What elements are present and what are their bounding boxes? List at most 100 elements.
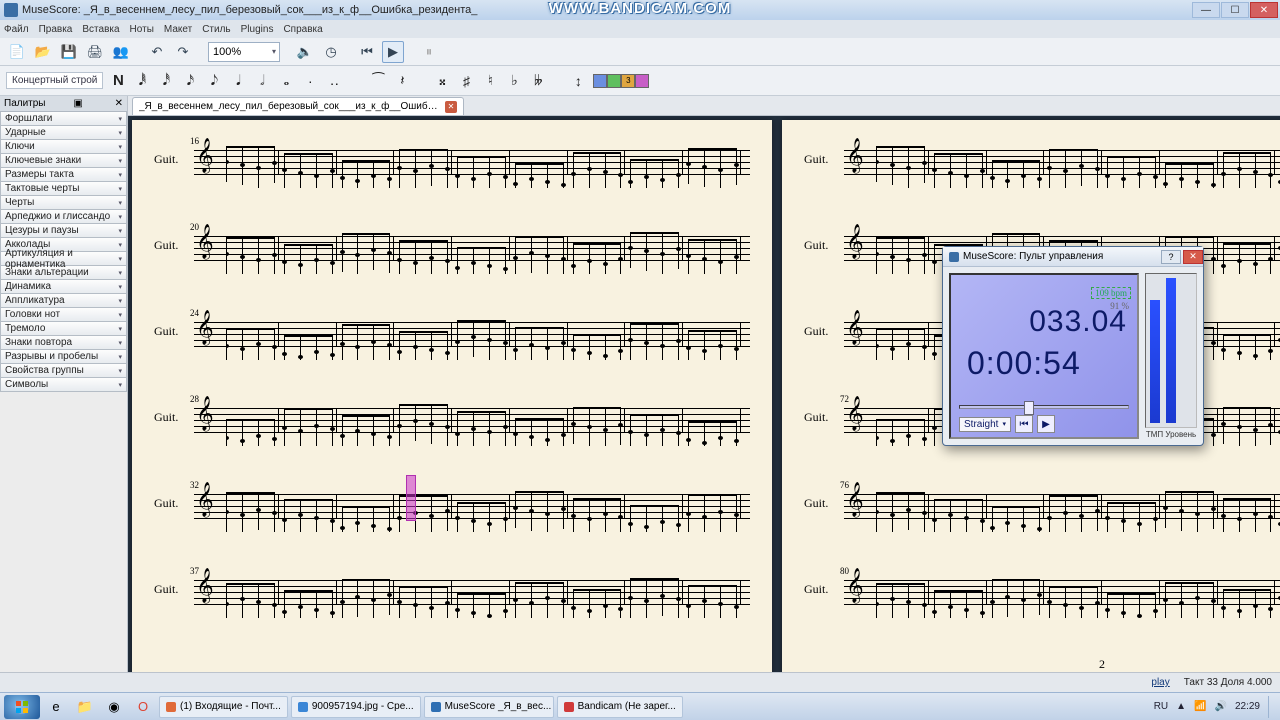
zoom-select[interactable]: 100% [208,42,280,62]
dur-half-icon[interactable]: 𝅗𝅥 [253,70,271,92]
undo-icon[interactable]: ↶ [146,41,168,63]
slider-thumb[interactable] [1024,401,1034,415]
voice-1[interactable] [593,74,607,88]
rewind-icon[interactable]: ⏮ [356,41,378,63]
open-file-icon[interactable]: 📂 [32,41,54,63]
play-icon[interactable]: ▶ [382,41,404,63]
voice-3[interactable]: 3 [621,74,635,88]
treble-clef-icon: 𝄞 [846,313,864,343]
new-file-icon[interactable]: 📄 [6,41,28,63]
double-dot-icon[interactable]: ‥ [325,70,343,92]
palette-item-6[interactable]: Черты [0,196,127,210]
dur-16th-icon[interactable]: 𝅘𝅥𝅯 [181,70,199,92]
score-canvas[interactable]: Guit.16𝄞Guit.20𝄞Guit.24𝄞Guit.28𝄞Guit.32𝄞… [128,116,1280,672]
palette-item-5[interactable]: Тактовые черты [0,182,127,196]
community-icon[interactable]: 👥 [110,41,132,63]
palettes-undock-icon[interactable]: ▣ [71,98,84,109]
palette-item-2[interactable]: Ключи [0,140,127,154]
play-panel-help-button[interactable]: ? [1161,250,1181,264]
palette-item-3[interactable]: Ключевые знаки [0,154,127,168]
dot-icon[interactable]: · [301,70,319,92]
voice-2[interactable] [607,74,621,88]
show-desktop-button[interactable] [1268,696,1276,718]
dur-whole-icon[interactable]: 𝅝 [277,70,295,92]
tray-sound-icon[interactable]: 🔊 [1215,701,1227,712]
palette-item-0[interactable]: Форшлаги [0,112,127,126]
save-icon[interactable]: 💾 [58,41,80,63]
taskbar-ie-icon[interactable]: e [43,695,69,719]
palette-item-8[interactable]: Цезуры и паузы [0,224,127,238]
treble-clef-icon: 𝄞 [196,571,214,601]
tie-icon[interactable]: ⁀ [369,70,387,92]
note-entry-button[interactable]: N [109,70,127,92]
palette-item-17[interactable]: Разрывы и пробелы [0,350,127,364]
position-slider[interactable] [959,405,1129,409]
tray-lang[interactable]: RU [1154,701,1168,712]
double-sharp-icon[interactable]: 𝄪 [433,70,451,92]
menu-help[interactable]: Справка [283,24,322,35]
start-button[interactable] [4,695,40,719]
taskbar-tab-1[interactable]: 900957194.jpg - Сре... [291,696,421,718]
close-button[interactable]: ✕ [1250,2,1278,18]
dur-8th-icon[interactable]: 𝅘𝅥𝅮 [205,70,223,92]
palette-item-7[interactable]: Арпеджио и глиссандо [0,210,127,224]
palette-item-16[interactable]: Знаки повтора [0,336,127,350]
taskbar-tab-0[interactable]: (1) Входящие - Почт... [159,696,288,718]
tray-flag-icon[interactable]: ▲ [1176,701,1186,712]
dur-64th-icon[interactable]: 𝅘𝅥𝅱 [133,70,151,92]
taskbar-tab-3[interactable]: Bandicam (Не зарег... [557,696,683,718]
maximize-button[interactable]: ☐ [1221,2,1249,18]
concert-pitch-button[interactable]: Концертный строй [6,72,103,89]
palette-item-13[interactable]: Аппликатура [0,294,127,308]
swing-select[interactable]: Straight [959,417,1011,432]
tempo-bpm[interactable]: 109 bpm [1091,287,1131,299]
palette-item-19[interactable]: Символы [0,378,127,392]
flat-icon[interactable]: ♭ [505,70,523,92]
status-link[interactable]: play [1151,677,1169,688]
tray-clock[interactable]: 22:29 [1235,701,1260,712]
dur-32nd-icon[interactable]: 𝅘𝅥𝅰 [157,70,175,92]
palette-item-12[interactable]: Динамика [0,280,127,294]
palette-item-15[interactable]: Тремоло [0,322,127,336]
menu-plugins[interactable]: Plugins [241,24,274,35]
natural-icon[interactable]: ♮ [481,70,499,92]
palette-item-18[interactable]: Свойства группы [0,364,127,378]
palettes-close-icon[interactable]: ✕ [111,98,127,109]
menu-edit[interactable]: Правка [39,24,73,35]
minimize-button[interactable]: — [1192,2,1220,18]
sharp-icon[interactable]: ♯ [457,70,475,92]
play-panel[interactable]: MuseScore: Пульт управления ? ✕ 109 bpm … [942,246,1204,446]
taskbar-explorer-icon[interactable]: 📁 [72,695,98,719]
panel-rewind-icon[interactable]: ⏮ [1015,415,1033,433]
panel-play-icon[interactable]: ▶ [1037,415,1055,433]
tray-network-icon[interactable]: 📶 [1194,701,1206,712]
palette-item-1[interactable]: Ударные [0,126,127,140]
menu-insert[interactable]: Вставка [82,24,119,35]
menu-layout[interactable]: Макет [164,24,192,35]
taskbar-tab-2[interactable]: MuseScore _Я_в_вес... [424,696,554,718]
metronome-icon[interactable]: ◷ [320,41,342,63]
rest-icon[interactable]: 𝄽 [393,70,411,92]
voice-4[interactable] [635,74,649,88]
tempo-meter[interactable] [1150,300,1160,423]
palette-item-10[interactable]: Артикуляция и орнаментика [0,252,127,266]
volume-meter[interactable] [1166,278,1176,423]
speaker-icon[interactable]: 🔈 [294,41,316,63]
flip-stem-icon[interactable]: ↕ [569,70,587,92]
redo-icon[interactable]: ↷ [172,41,194,63]
document-tab[interactable]: _Я_в_весеннем_лесу_пил_березовый_сок___и… [132,97,464,115]
menu-notes[interactable]: Ноты [130,24,154,35]
palette-item-4[interactable]: Размеры такта [0,168,127,182]
taskbar-chrome-icon[interactable]: ◉ [101,695,127,719]
menu-style[interactable]: Стиль [202,24,230,35]
tab-close-icon[interactable]: ✕ [445,101,457,113]
dur-quarter-icon[interactable]: 𝅘𝅥 [229,70,247,92]
double-flat-icon[interactable]: 𝄫 [529,70,547,92]
menu-file[interactable]: Файл [4,24,29,35]
repeat-icon[interactable]: ⏸ [418,41,440,63]
palette-item-14[interactable]: Головки нот [0,308,127,322]
taskbar-opera-icon[interactable]: O [130,695,156,719]
play-panel-titlebar[interactable]: MuseScore: Пульт управления ? ✕ [943,247,1203,267]
play-panel-close-button[interactable]: ✕ [1183,250,1203,264]
print-icon[interactable]: 🖨 [84,41,106,63]
